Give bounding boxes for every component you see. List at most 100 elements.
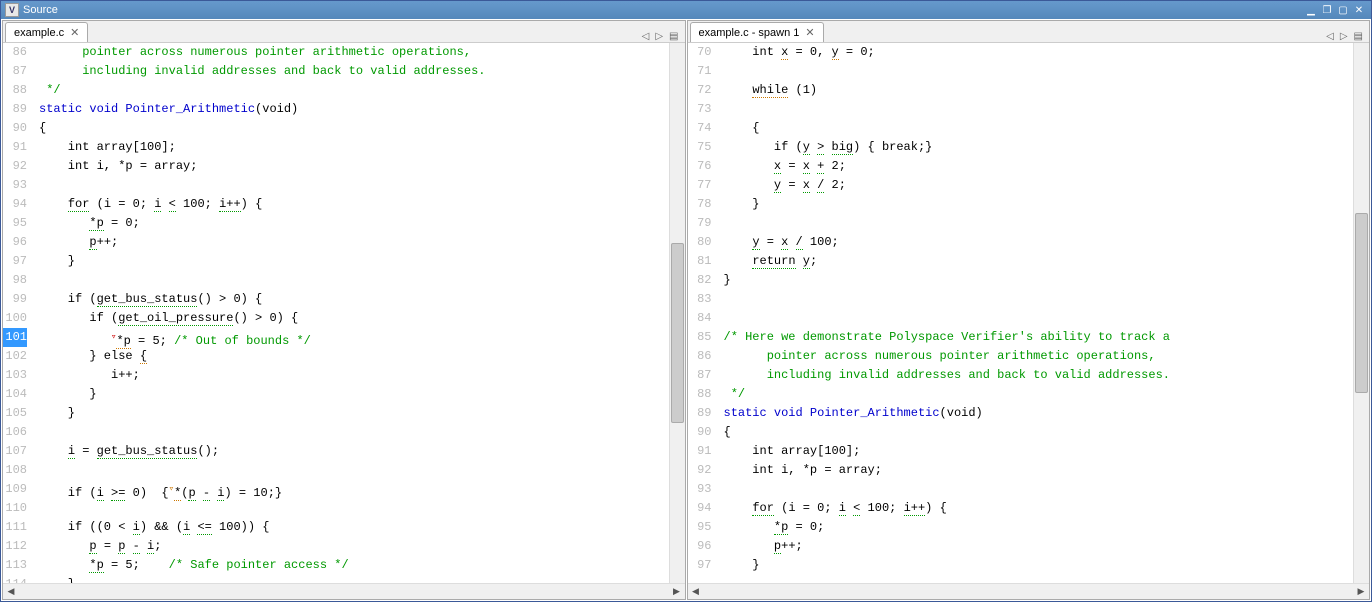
line-number[interactable]: 83 bbox=[688, 290, 712, 309]
code-line[interactable]: static void Pointer_Arithmetic(void) bbox=[724, 404, 1354, 423]
code-line[interactable] bbox=[724, 480, 1354, 499]
code-line[interactable]: y = x / 2; bbox=[724, 176, 1354, 195]
code-line[interactable] bbox=[724, 62, 1354, 81]
close-button[interactable]: ✕ bbox=[1351, 3, 1367, 17]
line-number[interactable]: 86 bbox=[688, 347, 712, 366]
right-code[interactable]: int x = 0, y = 0; while (1) { if (y > bi… bbox=[718, 43, 1354, 583]
line-number[interactable]: 73 bbox=[688, 100, 712, 119]
code-line[interactable]: for (i = 0; i < 100; i++) { bbox=[39, 195, 669, 214]
tab-next-icon[interactable]: ▷ bbox=[653, 31, 665, 42]
code-line[interactable] bbox=[39, 176, 669, 195]
scroll-left-icon[interactable]: ◀ bbox=[688, 585, 704, 599]
code-line[interactable]: return y; bbox=[724, 252, 1354, 271]
line-number[interactable]: 82 bbox=[688, 271, 712, 290]
line-number[interactable]: 98 bbox=[3, 271, 27, 290]
line-number[interactable]: 92 bbox=[688, 461, 712, 480]
code-line[interactable]: int i, *p = array; bbox=[724, 461, 1354, 480]
line-number[interactable]: 99 bbox=[3, 290, 27, 309]
code-line[interactable]: } bbox=[724, 556, 1354, 575]
line-number[interactable]: 85 bbox=[688, 328, 712, 347]
line-number[interactable]: 110 bbox=[3, 499, 27, 518]
line-number[interactable]: 84 bbox=[688, 309, 712, 328]
line-number[interactable]: 93 bbox=[688, 480, 712, 499]
line-number[interactable]: 107 bbox=[3, 442, 27, 461]
code-line[interactable]: { bbox=[724, 423, 1354, 442]
code-line[interactable] bbox=[724, 290, 1354, 309]
line-number[interactable]: 70 bbox=[688, 43, 712, 62]
scroll-left-icon[interactable]: ◀ bbox=[3, 585, 19, 599]
code-line[interactable]: int x = 0, y = 0; bbox=[724, 43, 1354, 62]
tab-list-icon[interactable]: ▤ bbox=[1352, 31, 1365, 42]
line-number[interactable]: 95 bbox=[688, 518, 712, 537]
line-number[interactable]: 94 bbox=[688, 499, 712, 518]
line-number[interactable]: 88 bbox=[3, 81, 27, 100]
line-number[interactable]: 96 bbox=[3, 233, 27, 252]
code-line[interactable]: y = x / 100; bbox=[724, 233, 1354, 252]
code-line[interactable]: } bbox=[39, 385, 669, 404]
tab-prev-icon[interactable]: ◁ bbox=[640, 31, 652, 42]
line-number[interactable]: 91 bbox=[688, 442, 712, 461]
line-number[interactable]: 102 bbox=[3, 347, 27, 366]
line-number[interactable]: 72 bbox=[688, 81, 712, 100]
line-number[interactable]: 88 bbox=[688, 385, 712, 404]
restore-button[interactable]: ❐ bbox=[1319, 3, 1335, 17]
line-number[interactable]: 106 bbox=[3, 423, 27, 442]
line-number[interactable]: 81 bbox=[688, 252, 712, 271]
line-number[interactable]: 74 bbox=[688, 119, 712, 138]
close-icon[interactable]: ✕ bbox=[805, 26, 814, 39]
code-line[interactable]: p++; bbox=[724, 537, 1354, 556]
titlebar[interactable]: V Source ▁ ❐ ▢ ✕ bbox=[1, 1, 1371, 19]
code-line[interactable] bbox=[39, 461, 669, 480]
code-line[interactable] bbox=[724, 100, 1354, 119]
code-line[interactable] bbox=[39, 271, 669, 290]
code-line[interactable]: *p = 0; bbox=[39, 214, 669, 233]
right-tab[interactable]: example.c - spawn 1 ✕ bbox=[690, 22, 824, 42]
right-hscrollbar[interactable]: ◀ ▶ bbox=[688, 583, 1370, 599]
code-line[interactable] bbox=[724, 214, 1354, 233]
left-hscrollbar[interactable]: ◀ ▶ bbox=[3, 583, 685, 599]
line-number[interactable]: 100 bbox=[3, 309, 27, 328]
left-code[interactable]: pointer across numerous pointer arithmet… bbox=[33, 43, 669, 583]
code-line[interactable]: *p = 5; /* Safe pointer access */ bbox=[39, 556, 669, 575]
code-line[interactable]: if ((0 < i) && (i <= 100)) { bbox=[39, 518, 669, 537]
code-line[interactable] bbox=[724, 309, 1354, 328]
code-line[interactable]: if (i >= 0) {▿*(p - i) = 10;} bbox=[39, 480, 669, 499]
code-line[interactable] bbox=[39, 423, 669, 442]
code-line[interactable]: including invalid addresses and back to … bbox=[724, 366, 1354, 385]
scrollbar-thumb[interactable] bbox=[671, 243, 684, 423]
line-number[interactable]: 78 bbox=[688, 195, 712, 214]
line-number[interactable]: 92 bbox=[3, 157, 27, 176]
code-line[interactable]: } bbox=[724, 195, 1354, 214]
scroll-right-icon[interactable]: ▶ bbox=[1353, 585, 1369, 599]
code-line[interactable]: { bbox=[39, 119, 669, 138]
code-line[interactable]: pointer across numerous pointer arithmet… bbox=[39, 43, 669, 62]
line-number[interactable]: 91 bbox=[3, 138, 27, 157]
line-number[interactable]: 89 bbox=[688, 404, 712, 423]
code-line[interactable]: } bbox=[39, 575, 669, 583]
line-number[interactable]: 71 bbox=[688, 62, 712, 81]
code-line[interactable]: int array[100]; bbox=[724, 442, 1354, 461]
line-number[interactable]: 90 bbox=[3, 119, 27, 138]
maximize-button[interactable]: ▢ bbox=[1335, 3, 1351, 17]
line-number[interactable]: 111 bbox=[3, 518, 27, 537]
code-line[interactable]: i++; bbox=[39, 366, 669, 385]
line-number[interactable]: 94 bbox=[3, 195, 27, 214]
line-number[interactable]: 108 bbox=[3, 461, 27, 480]
line-number[interactable]: 113 bbox=[3, 556, 27, 575]
line-number[interactable]: 79 bbox=[688, 214, 712, 233]
code-line[interactable]: } bbox=[39, 404, 669, 423]
close-icon[interactable]: ✕ bbox=[70, 26, 79, 39]
code-line[interactable]: static void Pointer_Arithmetic(void) bbox=[39, 100, 669, 119]
code-line[interactable]: i = get_bus_status(); bbox=[39, 442, 669, 461]
line-number[interactable]: 96 bbox=[688, 537, 712, 556]
code-line[interactable]: including invalid addresses and back to … bbox=[39, 62, 669, 81]
line-number[interactable]: 75 bbox=[688, 138, 712, 157]
code-line[interactable]: } else { bbox=[39, 347, 669, 366]
line-number[interactable]: 87 bbox=[3, 62, 27, 81]
code-line[interactable]: while (1) bbox=[724, 81, 1354, 100]
line-number[interactable]: 105 bbox=[3, 404, 27, 423]
line-number[interactable]: 97 bbox=[3, 252, 27, 271]
line-number[interactable]: 93 bbox=[3, 176, 27, 195]
line-number[interactable]: 87 bbox=[688, 366, 712, 385]
scrollbar-thumb[interactable] bbox=[1355, 213, 1368, 393]
